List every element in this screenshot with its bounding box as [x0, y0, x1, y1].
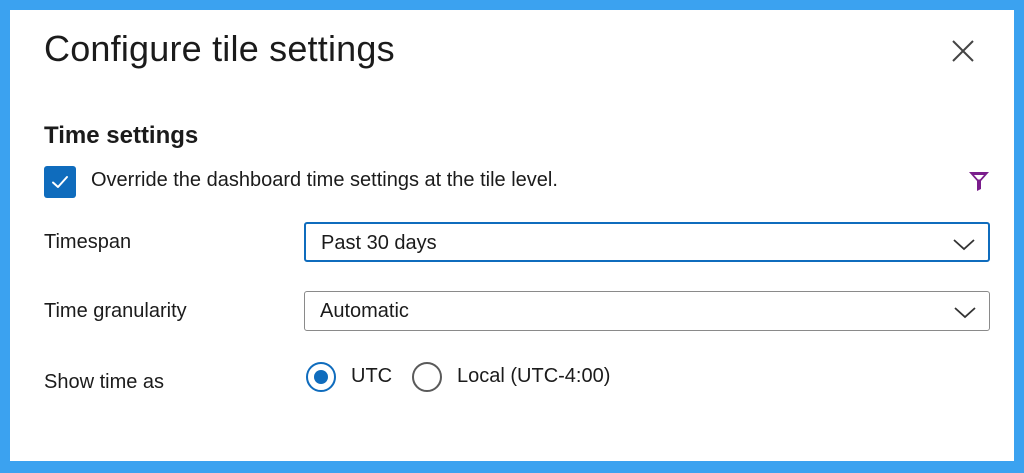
- local-time-radio-label: Local (UTC-4:00): [457, 365, 611, 387]
- utc-radio-label: UTC: [351, 365, 393, 387]
- timespan-dropdown[interactable]: Past 30 days: [304, 222, 990, 262]
- chevron-down-icon: [953, 239, 975, 251]
- chevron-down-icon: [954, 307, 976, 319]
- time-settings-heading: Time settings: [44, 122, 199, 149]
- close-icon[interactable]: [948, 36, 978, 66]
- local-time-radio[interactable]: [412, 362, 442, 392]
- granularity-dropdown[interactable]: Automatic: [304, 291, 990, 331]
- granularity-value: Automatic: [320, 300, 409, 322]
- timespan-value: Past 30 days: [321, 232, 437, 254]
- utc-radio[interactable]: [306, 362, 336, 392]
- checkmark-icon: [52, 176, 68, 188]
- override-time-label: Override the dashboard time settings at …: [91, 169, 558, 191]
- show-time-as-label: Show time as: [44, 371, 165, 393]
- filter-icon: [968, 170, 990, 192]
- granularity-label: Time granularity: [44, 300, 187, 322]
- dialog-title: Configure tile settings: [44, 28, 395, 69]
- override-time-checkbox[interactable]: [44, 166, 76, 198]
- configure-tile-dialog: Configure tile settings Time settings Ov…: [10, 10, 1014, 461]
- timespan-label: Timespan: [44, 231, 132, 253]
